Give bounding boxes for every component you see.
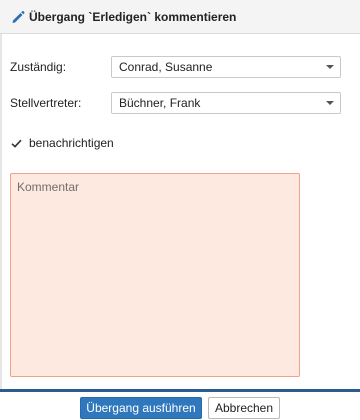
deputy-row: Stellvertreter: xyxy=(10,96,81,110)
dialog-titlebar: Übergang `Erledigen` kommentieren xyxy=(0,0,360,34)
deputy-select[interactable]: Büchner, Frank xyxy=(111,92,341,114)
notify-row[interactable]: benachrichtigen xyxy=(10,136,114,150)
left-edge-divider xyxy=(0,0,2,420)
pencil-icon xyxy=(10,9,26,25)
assignee-value: Conrad, Susanne xyxy=(119,60,213,74)
cancel-button[interactable]: Abbrechen xyxy=(208,397,280,419)
execute-transition-button[interactable]: Übergang ausführen xyxy=(80,397,202,419)
assignee-row: Zuständig: xyxy=(10,60,66,74)
deputy-label: Stellvertreter: xyxy=(10,96,82,110)
assignee-label: Zuständig: xyxy=(10,60,67,74)
assignee-select[interactable]: Conrad, Susanne xyxy=(111,56,341,78)
notify-checkbox[interactable] xyxy=(10,137,23,150)
dialog-title: Übergang `Erledigen` kommentieren xyxy=(29,9,237,24)
comment-placeholder: Kommentar xyxy=(17,180,80,194)
chevron-down-icon xyxy=(326,65,334,69)
notify-label: benachrichtigen xyxy=(29,136,114,150)
deputy-value: Büchner, Frank xyxy=(119,96,201,110)
transition-comment-dialog: Übergang `Erledigen` kommentieren Zustän… xyxy=(0,0,360,420)
chevron-down-icon xyxy=(326,101,334,105)
comment-textarea[interactable]: Kommentar xyxy=(10,173,300,377)
